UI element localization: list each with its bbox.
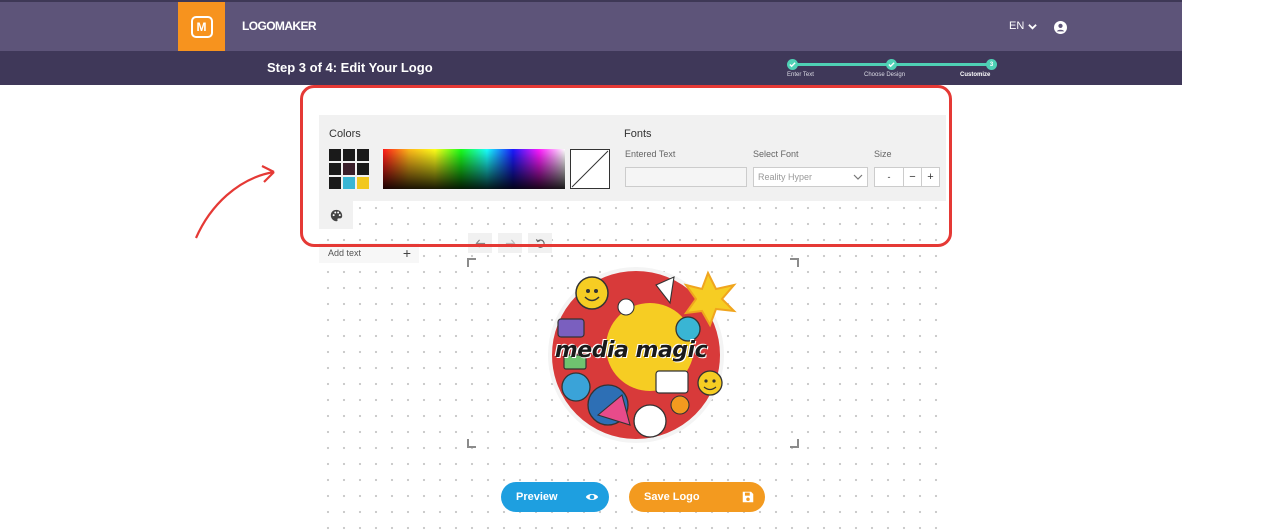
step-number: 3 [989, 61, 994, 68]
step-bar: Step 3 of 4: Edit Your Logo 3 Enter Text… [0, 51, 1182, 85]
save-logo-button[interactable]: Save Logo [629, 482, 765, 512]
save-logo-label: Save Logo [644, 491, 700, 503]
language-label: EN [1009, 20, 1025, 32]
step-dot-enter-text[interactable] [787, 59, 798, 70]
plus-icon: + [402, 245, 411, 261]
frame-corner [467, 439, 476, 448]
save-icon [742, 491, 754, 503]
logo-mark: M [190, 15, 213, 38]
step-progress: 3 Enter Text Choose Design Customize [787, 57, 997, 81]
step-dot-customize[interactable]: 3 [986, 59, 997, 70]
check-icon [888, 62, 895, 68]
check-icon [789, 62, 796, 68]
frame-corner [790, 439, 799, 448]
eye-icon [585, 494, 599, 500]
preview-label: Preview [516, 491, 558, 503]
user-account-icon[interactable] [1054, 21, 1067, 34]
annotation-arrow-icon [194, 165, 275, 239]
language-selector[interactable]: EN [1009, 20, 1038, 32]
chevron-down-icon [1028, 23, 1038, 30]
highlight-box [300, 85, 952, 247]
brand-name[interactable]: LOGOMAKER [242, 19, 317, 33]
add-text-label: Add text [328, 248, 362, 258]
top-navbar: M LOGOMAKER EN [0, 0, 1182, 51]
app-logo[interactable]: M [178, 2, 225, 51]
step-dot-choose-design[interactable] [886, 59, 897, 70]
logo-text[interactable]: media magic [541, 338, 721, 363]
step-label-choose-design: Choose Design [864, 72, 906, 78]
frame-corner [467, 258, 476, 267]
step-label-customize: Customize [960, 72, 991, 78]
step-label-enter-text: Enter Text [787, 72, 814, 78]
logo-editor-app: M LOGOMAKER EN Step 3 of 4: Edit Your Lo… [0, 0, 1280, 530]
frame-corner [790, 258, 799, 267]
page-title: Step 3 of 4: Edit Your Logo [267, 60, 433, 75]
preview-button[interactable]: Preview [501, 482, 609, 512]
